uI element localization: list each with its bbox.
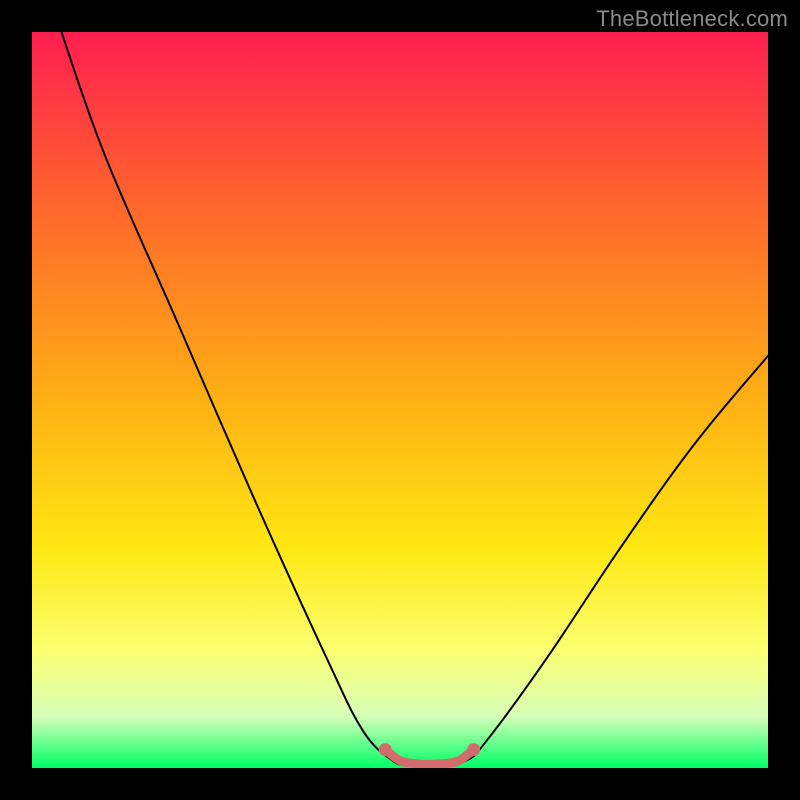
plot-area — [32, 32, 768, 768]
valley-highlight — [385, 750, 473, 765]
watermark-text: TheBottleneck.com — [596, 6, 788, 32]
bottleneck-curve — [61, 32, 768, 765]
plot-curves — [32, 32, 768, 768]
chart-canvas: TheBottleneck.com — [0, 0, 800, 800]
